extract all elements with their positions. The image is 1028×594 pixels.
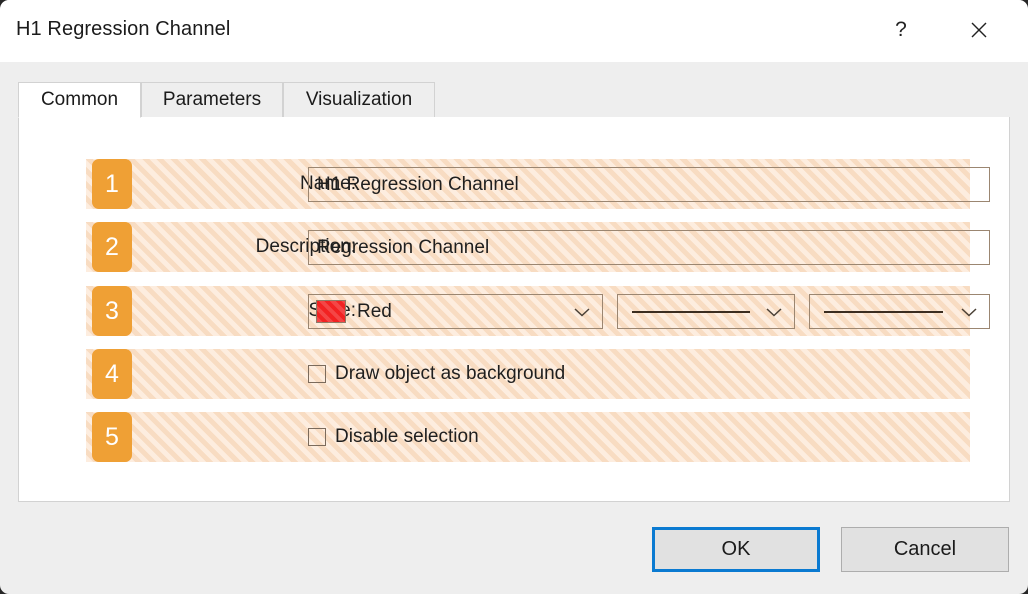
description-input[interactable]: Regression Channel: [308, 230, 990, 265]
chevron-down-icon: [573, 306, 591, 318]
close-icon: [969, 20, 989, 40]
row-disable-selection: 5 Disable selection: [86, 412, 970, 462]
ok-button[interactable]: OK: [652, 527, 820, 572]
name-input[interactable]: H1 Regression Channel: [308, 167, 990, 202]
step-badge-3: 3: [92, 286, 132, 336]
line-style-select-1[interactable]: [617, 294, 795, 329]
draw-as-background-label: Draw object as background: [335, 363, 566, 384]
line-style-select-2[interactable]: [809, 294, 990, 329]
row-draw-as-background: 4 Draw object as background: [86, 349, 970, 399]
color-select[interactable]: Red: [308, 294, 603, 329]
row-description: 2 Description: Regression Channel: [86, 222, 990, 272]
tab-strip: Common Parameters Visualization: [18, 82, 1010, 118]
solid-line-icon: [824, 310, 943, 313]
tab-panel-common: 1 Name: H1 Regression Channel 2 Descript…: [18, 117, 1010, 502]
step-badge-5: 5: [92, 412, 132, 462]
color-swatch-icon: [316, 300, 346, 323]
chevron-down-icon: [765, 306, 783, 318]
disable-selection-checkbox[interactable]: Disable selection: [308, 412, 479, 462]
ok-button-label: OK: [721, 538, 751, 560]
tab-visualization[interactable]: Visualization: [283, 82, 435, 118]
solid-line-icon: [632, 310, 750, 313]
row-style: 3 Style: Red: [86, 286, 990, 336]
tab-parameters[interactable]: Parameters: [141, 82, 283, 118]
row-name: 1 Name: H1 Regression Channel: [86, 159, 990, 209]
draw-as-background-checkbox[interactable]: Draw object as background: [308, 349, 565, 399]
title-bar: H1 Regression Channel ?: [0, 0, 1028, 62]
help-button[interactable]: ?: [878, 8, 924, 52]
disable-selection-label: Disable selection: [335, 426, 479, 447]
tab-common-label: Common: [40, 89, 119, 110]
tab-common[interactable]: Common: [18, 82, 141, 118]
color-select-value: Red: [357, 300, 392, 322]
cancel-button[interactable]: Cancel: [841, 527, 1009, 572]
step-badge-4: 4: [92, 349, 132, 399]
step-badge-2: 2: [92, 222, 132, 272]
cancel-button-label: Cancel: [893, 538, 957, 560]
question-mark-icon: ?: [895, 18, 907, 41]
name-input-value: H1 Regression Channel: [317, 173, 519, 195]
step-badge-1: 1: [92, 159, 132, 209]
description-input-value: Regression Channel: [317, 236, 490, 258]
checkbox-unchecked-icon: [308, 428, 326, 446]
checkbox-unchecked-icon: [308, 365, 326, 383]
chevron-down-icon: [960, 306, 978, 318]
window-title: H1 Regression Channel: [16, 18, 231, 40]
dialog-window: H1 Regression Channel ? Common Parameter…: [0, 0, 1028, 594]
tab-visualization-label: Visualization: [305, 89, 413, 110]
tab-parameters-label: Parameters: [162, 89, 262, 110]
close-button[interactable]: [956, 8, 1002, 52]
